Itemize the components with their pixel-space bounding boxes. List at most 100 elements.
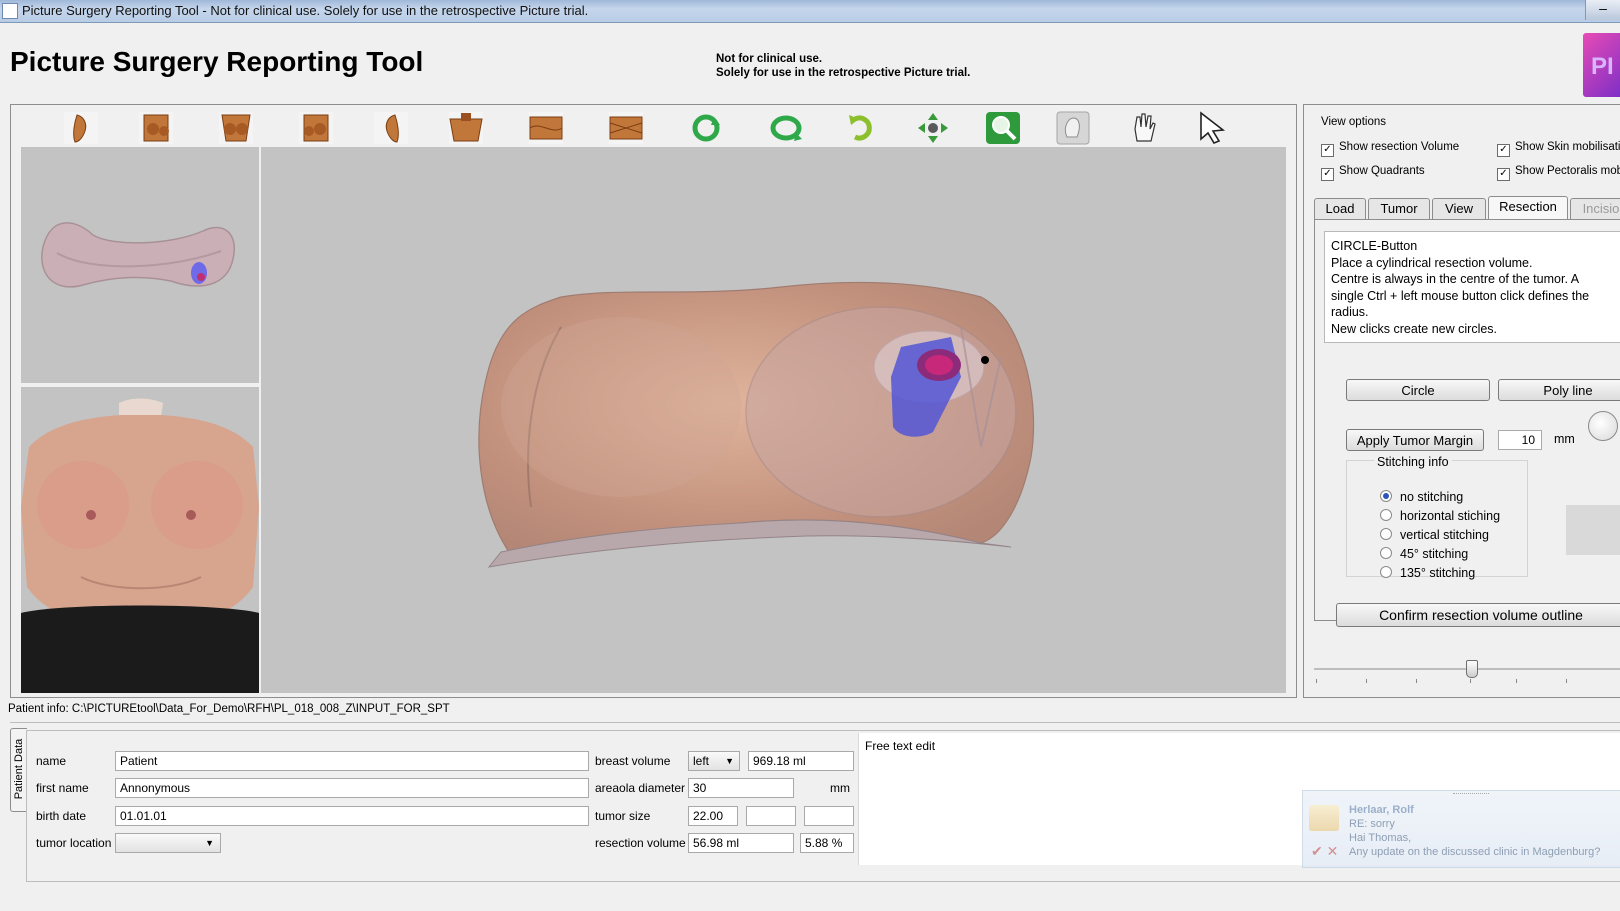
first-name-label: first name [36, 781, 89, 795]
rotate-vertical-icon[interactable] [841, 109, 881, 147]
radio-135-stitching[interactable]: 135° stitching [1380, 566, 1475, 580]
view-right-icon[interactable] [61, 109, 101, 147]
slider-tick [1316, 679, 1317, 683]
rotate-horizontal-icon[interactable] [766, 109, 806, 147]
show-pectoralis-checkbox[interactable]: ✓ Show Pectoralis mob [1497, 165, 1620, 181]
breast-volume-label: breast volume [595, 754, 671, 768]
logo-text: PI [1591, 53, 1614, 80]
resection-percent-input[interactable]: 5.88 % [800, 833, 854, 853]
checkbox-label: Show Quadrants [1339, 165, 1425, 177]
breast-volume-input[interactable]: 969.18 ml [748, 751, 854, 771]
top-view-model [41, 222, 235, 288]
rotate-icon[interactable] [686, 109, 726, 147]
first-name-input[interactable]: Annonymous [115, 778, 589, 798]
tumor-size-input-3[interactable] [804, 806, 854, 826]
tumor-location-select[interactable]: ▼ [115, 833, 221, 853]
slider-tick [1366, 679, 1367, 683]
stitching-group-title: Stitching info [1374, 455, 1452, 469]
view-right-oblique-icon[interactable] [136, 109, 176, 147]
apply-tumor-margin-button[interactable]: Apply Tumor Margin [1346, 429, 1484, 451]
front-photo-thumbnail[interactable] [21, 387, 259, 693]
slider-tick [1566, 679, 1567, 683]
checkbox-tick: ✓ [1321, 168, 1334, 181]
window-title-bar: Picture Surgery Reporting Tool - Not for… [0, 0, 1620, 23]
radio-dot [1380, 509, 1392, 521]
pinch-icon[interactable] [1053, 109, 1093, 147]
radio-horizontal-stitching[interactable]: horizontal stiching [1380, 509, 1500, 523]
app-title: Picture Surgery Reporting Tool [10, 46, 424, 77]
margin-dial[interactable] [1588, 411, 1618, 441]
view-left-icon[interactable] [371, 109, 411, 147]
tab-resection[interactable]: Resection [1488, 196, 1568, 220]
tumor-size-input[interactable]: 22.00 [688, 806, 738, 826]
confirm-resection-button[interactable]: Confirm resection volume outline [1336, 603, 1620, 627]
stitching-preview [1566, 505, 1620, 555]
chevron-down-icon: ▼ [725, 756, 734, 766]
resection-volume-label: resection volume [595, 836, 686, 850]
opacity-slider-thumb[interactable] [1466, 660, 1478, 678]
app-icon [2, 3, 18, 19]
notice-line-2: Solely for use in the retrospective Pict… [716, 67, 971, 79]
top-view-thumbnail[interactable] [21, 147, 259, 383]
birth-date-input[interactable]: 01.01.01 [115, 806, 589, 826]
view-front-icon[interactable] [216, 109, 256, 147]
patient-data-tab[interactable]: Patient Data [10, 728, 27, 812]
tab-tumor[interactable]: Tumor [1368, 198, 1430, 219]
radio-no-stitching[interactable]: no stitching [1380, 490, 1463, 504]
name-input[interactable]: Patient [115, 751, 589, 771]
view-options-title: View options [1321, 116, 1386, 128]
tumor-size-label: tumor size [595, 809, 651, 823]
birth-date-label: birth date [36, 809, 87, 823]
checkbox-label: Show Pectoralis mob [1515, 165, 1620, 177]
radio-45-stitching[interactable]: 45° stitching [1380, 547, 1468, 561]
view-left-oblique-icon[interactable] [296, 109, 336, 147]
notification-subject: RE: sorry [1349, 818, 1395, 830]
flag-delete-icons[interactable]: ✔ ✕ [1311, 843, 1338, 860]
hand-icon[interactable] [1123, 109, 1163, 147]
radio-label: vertical stitching [1400, 528, 1489, 542]
chevron-down-icon: ▼ [205, 838, 214, 848]
checkbox-label: Show resection Volume [1339, 141, 1460, 153]
tab-incision[interactable]: Incisio [1570, 198, 1620, 219]
notification-body: Any update on the discussed clinic in Ma… [1349, 846, 1601, 858]
tumor-size-input-2[interactable] [746, 806, 796, 826]
margin-unit: mm [1554, 432, 1575, 446]
patient-info-path: Patient info: C:\PICTUREtool\Data_For_De… [8, 703, 450, 715]
view-top-icon[interactable] [446, 109, 486, 147]
slider-tick [1416, 679, 1417, 683]
pan-icon[interactable] [913, 109, 953, 147]
notification-sender: Herlaar, Rolf [1349, 804, 1414, 816]
email-notification-popup[interactable]: Herlaar, Rolf RE: sorry Hai Thomas, Any … [1302, 790, 1620, 868]
slider-tick [1470, 679, 1471, 683]
checkbox-label: Show Skin mobilisati [1515, 141, 1620, 153]
circle-button[interactable]: Circle [1346, 379, 1490, 401]
view-back-icon[interactable] [606, 109, 646, 147]
minimize-button[interactable]: – [1585, 0, 1620, 20]
tab-view[interactable]: View [1432, 198, 1486, 219]
free-text-label: Free text edit [865, 739, 936, 753]
tumor-margin-input[interactable]: 10 [1498, 430, 1542, 450]
breast-side-select[interactable]: left ▼ [688, 751, 740, 771]
notice-line-1: Not for clinical use. [716, 53, 823, 65]
resection-volume-input[interactable]: 56.98 ml [688, 833, 794, 853]
clinical-use-notice: Not for clinical use. Solely for use in … [716, 52, 970, 80]
view-bottom-icon[interactable] [526, 109, 566, 147]
show-skin-mobilisation-checkbox[interactable]: ✓ Show Skin mobilisati [1497, 141, 1620, 157]
main-3d-viewport[interactable] [261, 147, 1286, 693]
show-quadrants-checkbox[interactable]: ✓ Show Quadrants [1321, 165, 1425, 181]
torso-3d-model [478, 281, 1035, 568]
radio-label: no stitching [1400, 490, 1464, 504]
radio-vertical-stitching[interactable]: vertical stitching [1380, 528, 1489, 542]
zoom-icon[interactable] [983, 109, 1023, 147]
front-photo [21, 387, 259, 693]
polyline-button[interactable]: Poly line [1498, 379, 1620, 401]
patient-data-tab-label: Patient Data [13, 738, 25, 800]
show-resection-volume-checkbox[interactable]: ✓ Show resection Volume [1321, 141, 1459, 157]
pointer-icon[interactable] [1193, 109, 1233, 147]
radio-label: horizontal stiching [1400, 509, 1501, 523]
slider-tick [1516, 679, 1517, 683]
areola-diameter-input[interactable]: 30 [688, 778, 794, 798]
breast-side-value: left [693, 754, 710, 768]
name-label: name [36, 754, 67, 768]
tab-load[interactable]: Load [1314, 198, 1366, 219]
